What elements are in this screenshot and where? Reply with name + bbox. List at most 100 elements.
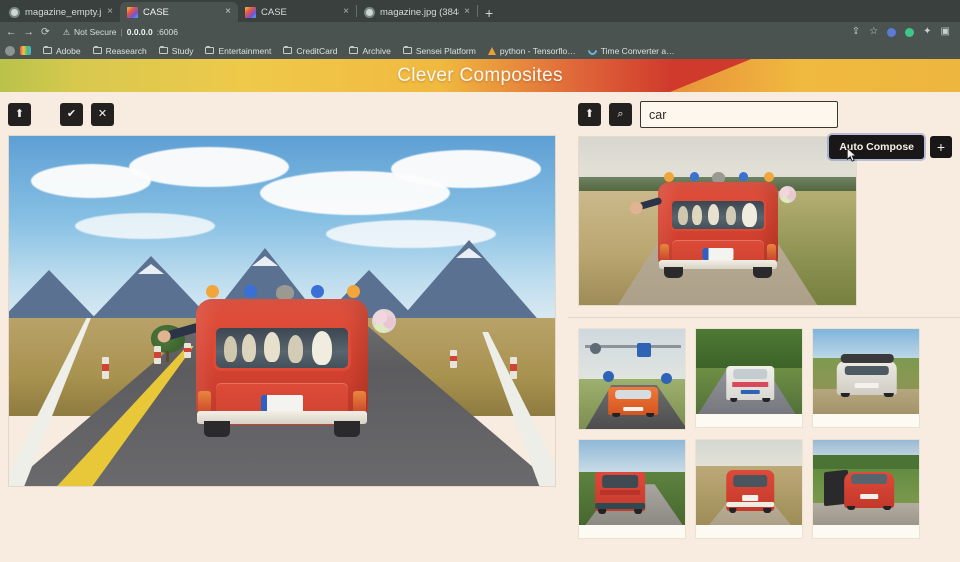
licence-plate [261, 395, 303, 412]
composite-canvas[interactable] [8, 135, 556, 487]
van-bumper [726, 502, 774, 508]
wheel-right [334, 421, 360, 437]
bookmark-adobe[interactable]: Adobe [37, 45, 87, 56]
close-icon[interactable]: × [107, 7, 113, 17]
passenger [264, 332, 280, 362]
search-input[interactable] [640, 101, 838, 128]
thumbnail-image [579, 329, 685, 429]
browser-tab-3[interactable]: magazine.jpg (3848×2883) × [357, 2, 477, 22]
folder-icon [402, 45, 412, 54]
bookmark-time-converter[interactable]: Time Converter a… [582, 44, 681, 57]
bookmark-python-tensorflow[interactable]: python - Tensorflo… [482, 46, 582, 56]
roof-lamp-blue [311, 285, 324, 298]
thumbnail-image [696, 440, 802, 525]
address-bar[interactable]: ⚠ Not Secure | 0.0.0.0 :6006 [57, 25, 845, 40]
red-van-subject [165, 285, 396, 437]
bookmark-reasearch[interactable]: Reasearch [87, 45, 153, 56]
roof-lamp-amber [206, 285, 219, 298]
forward-icon[interactable]: → [24, 27, 35, 38]
traffic-sign [660, 373, 672, 384]
car-window [851, 474, 888, 484]
bookmark-label: Sensei Platform [415, 45, 476, 56]
warning-triangle-icon: ⚠ [62, 27, 70, 37]
wheel-left [204, 421, 230, 437]
thumbnail-image [579, 440, 685, 525]
share-icon[interactable]: ⇪ [852, 27, 860, 37]
bookmark-creditcard[interactable]: CreditCard [277, 45, 343, 56]
status-green-dot-icon[interactable] [905, 27, 915, 37]
roof-lamp-blue [244, 285, 257, 298]
browser-tab-1[interactable]: CASE × [120, 2, 238, 22]
upload-button[interactable]: ⬆ [578, 103, 601, 126]
wheel-right [762, 398, 770, 403]
bookmark-label: python - Tensorflo… [499, 45, 576, 56]
result-thumbnail-5[interactable] [812, 439, 920, 539]
apps-icon[interactable] [5, 45, 15, 56]
result-thumbnail-1[interactable] [695, 328, 803, 428]
auto-compose-button[interactable]: Auto Compose [829, 135, 924, 162]
traffic-cone [509, 356, 517, 379]
clever-composites-app: Clever Composites ⬆ ✔ ✕ ⬆ ⌕ car Auto Com… [0, 59, 960, 562]
extensions-puzzle-icon[interactable]: ✦ [923, 27, 931, 37]
bookmark-study[interactable]: Study [153, 45, 200, 56]
reject-button[interactable]: ✕ [91, 102, 114, 126]
browser-menu-icon[interactable]: ▣ [941, 27, 950, 37]
van-rear-window [669, 199, 766, 232]
back-icon[interactable]: ← [6, 27, 17, 38]
right-panel: ⬆ ⌕ Auto Compose + [568, 92, 960, 562]
bookmark-archive[interactable]: Archive [343, 45, 396, 56]
van-body [196, 299, 368, 425]
wheel-right [645, 413, 654, 417]
result-thumbnail-4[interactable] [695, 439, 803, 539]
bookmark-label: Archive [362, 45, 391, 56]
bookmark-sensei-platform[interactable]: Sensei Platform [397, 45, 482, 56]
sky-background [579, 440, 685, 473]
treeline [696, 329, 802, 369]
thumbnail-image [696, 329, 802, 414]
close-icon[interactable]: × [343, 7, 349, 17]
roof-lamp-amber [347, 285, 360, 298]
bookmark-star-icon[interactable]: ☆ [869, 27, 878, 37]
reload-icon[interactable]: ⟳ [41, 27, 50, 38]
cloud-decoration [129, 146, 290, 187]
wheel-left [847, 505, 856, 511]
cloud-decoration [74, 213, 215, 239]
licence-plate [740, 390, 760, 395]
passenger [725, 206, 736, 226]
passenger [242, 334, 256, 362]
sky-background [696, 440, 802, 466]
browser-tab-2[interactable]: CASE × [238, 2, 356, 22]
traffic-sign [589, 343, 601, 354]
add-button[interactable]: + [930, 136, 952, 158]
result-thumbnail-2[interactable] [812, 328, 920, 428]
search-icon[interactable]: ⌕ [609, 103, 632, 126]
licence-plate [702, 248, 733, 261]
roof-lamp-grey [276, 285, 294, 300]
bookmark-entertainment[interactable]: Entertainment [199, 45, 277, 56]
traffic-sign [602, 371, 614, 382]
close-icon[interactable]: × [464, 7, 470, 17]
bookmarks-bar: Adobe Reasearch Study Entertainment Cred… [0, 42, 960, 59]
accept-button[interactable]: ✔ [60, 102, 83, 126]
result-thumbnail-0[interactable] [578, 328, 686, 430]
browser-tab-0[interactable]: magazine_empty.jpg (3848×2… × [2, 2, 120, 22]
flame-icon [487, 46, 496, 55]
compose-actions: Auto Compose + [829, 135, 952, 162]
case-bookmark-icon[interactable] [20, 46, 31, 55]
licence-plate [741, 495, 759, 501]
workspace: ⬆ ✔ ✕ ⬆ ⌕ car Auto Compose + [0, 92, 960, 562]
folder-icon [158, 45, 168, 54]
preview-image[interactable] [578, 136, 857, 306]
profile-blue-dot-icon[interactable] [887, 27, 897, 37]
thumbnail-image [813, 440, 919, 525]
result-thumbnail-3[interactable] [578, 439, 686, 539]
close-icon[interactable]: × [225, 7, 231, 17]
navigation-bar: ← → ⟳ ⚠ Not Secure | 0.0.0.0 :6006 ⇪ ☆ ✦… [0, 22, 960, 42]
bookmark-label: Entertainment [218, 45, 272, 56]
upload-button[interactable]: ⬆ [8, 102, 31, 126]
wheel-right [883, 505, 892, 511]
new-tab-button[interactable]: + [478, 6, 500, 22]
passenger [691, 205, 702, 226]
roof-lamp-blue [689, 172, 699, 182]
left-panel: ⬆ ✔ ✕ [0, 92, 568, 562]
